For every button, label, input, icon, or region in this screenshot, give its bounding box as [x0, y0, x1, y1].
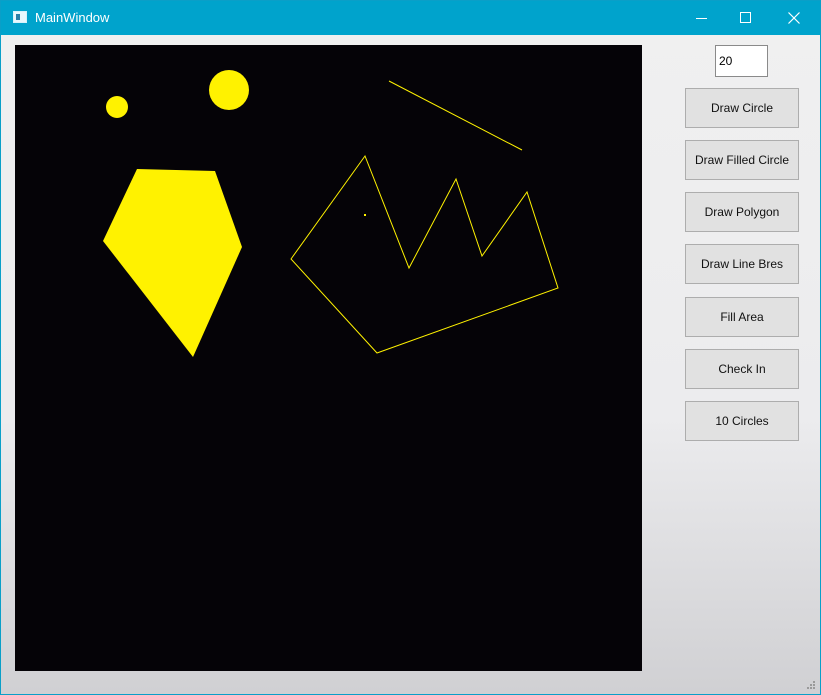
close-button[interactable] [771, 1, 817, 35]
bresenham-line [388, 80, 523, 151]
seed-point [364, 214, 366, 216]
main-window: MainWindow Draw Circle [0, 0, 821, 695]
draw-line-bres-button[interactable]: Draw Line Bres [685, 244, 799, 284]
draw-circle-button[interactable]: Draw Circle [685, 88, 799, 128]
title-bar[interactable]: MainWindow [1, 1, 820, 35]
small-filled-circle [106, 96, 128, 118]
maximize-icon [740, 12, 751, 23]
app-window-icon [13, 11, 27, 23]
large-filled-circle [209, 70, 249, 110]
minimize-button[interactable] [679, 1, 725, 35]
drawing-canvas[interactable] [15, 45, 642, 671]
window-title: MainWindow [35, 10, 110, 25]
size-input[interactable] [715, 45, 768, 77]
filled-polygon [103, 169, 242, 357]
draw-polygon-button[interactable]: Draw Polygon [685, 192, 799, 232]
outlined-polygon [290, 154, 559, 354]
minimize-icon [696, 18, 707, 19]
draw-filled-circle-button[interactable]: Draw Filled Circle [685, 140, 799, 180]
check-in-button[interactable]: Check In [685, 349, 799, 389]
resize-grip-icon[interactable] [806, 680, 816, 690]
ten-circles-button[interactable]: 10 Circles [685, 401, 799, 441]
maximize-button[interactable] [723, 1, 769, 35]
canvas-drawing [103, 70, 559, 357]
close-icon [788, 12, 800, 24]
fill-area-button[interactable]: Fill Area [685, 297, 799, 337]
